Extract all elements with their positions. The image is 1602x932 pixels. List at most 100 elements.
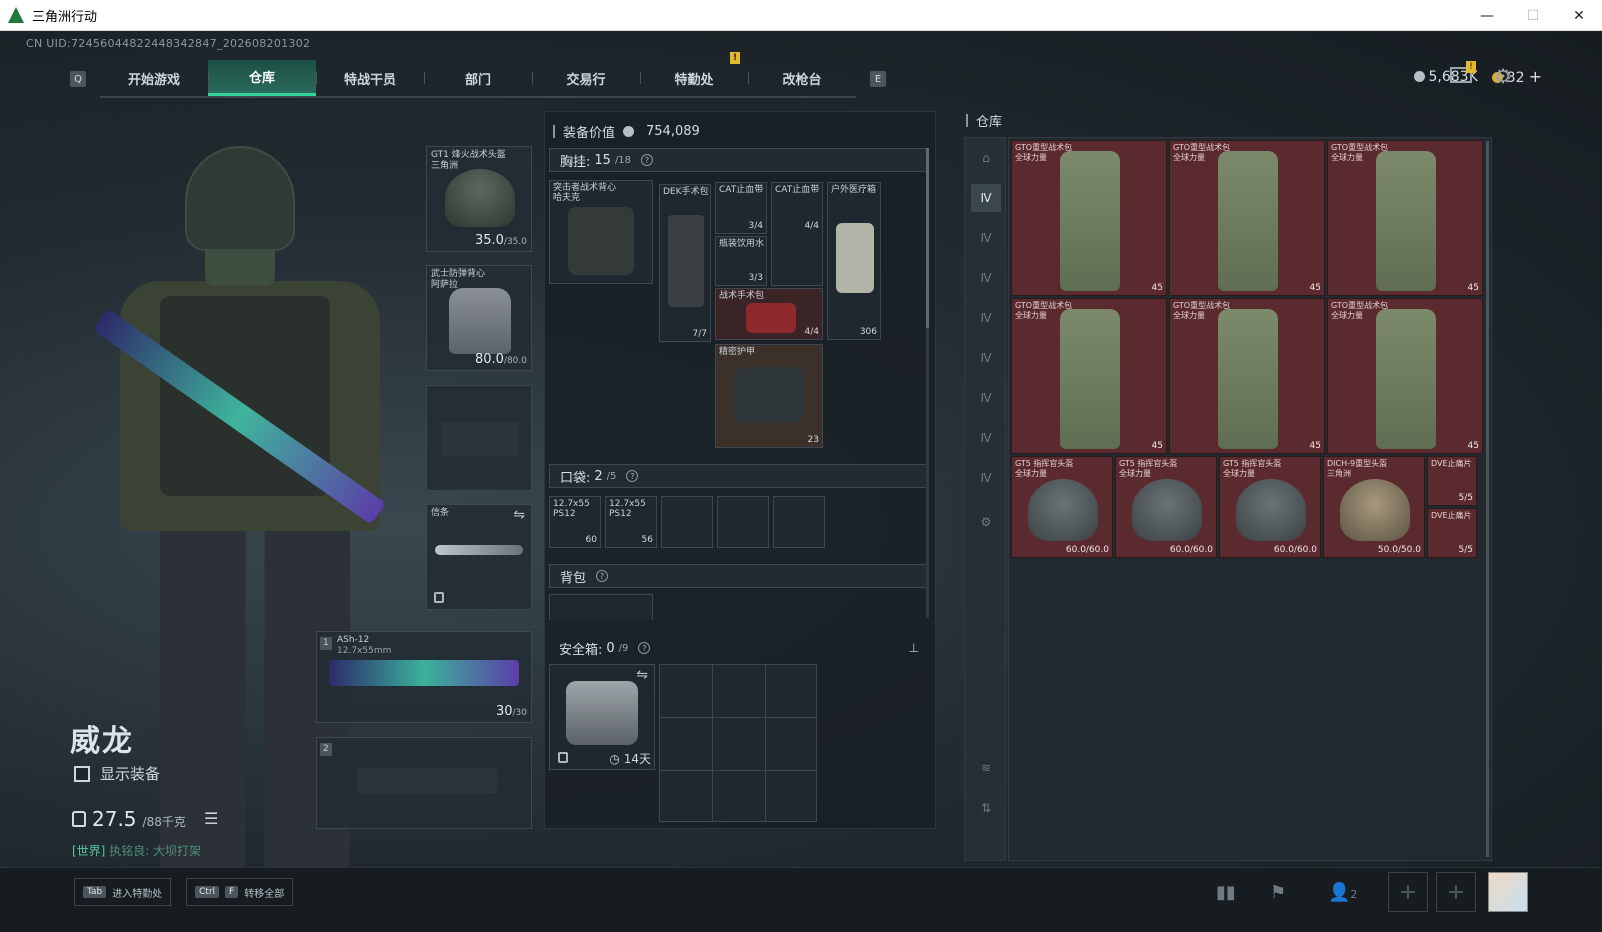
chest-rig-item[interactable]: 突击者战术背心 哈夫克: [549, 180, 653, 284]
gun-icon[interactable]: Ⅳ: [971, 264, 1001, 292]
show-equipment-toggle[interactable]: 显示装备: [74, 763, 160, 784]
tab-gunsmith[interactable]: 改枪台: [748, 60, 856, 96]
warehouse-item[interactable]: DVE止痛片 5/5: [1427, 508, 1477, 558]
inventory-item[interactable]: 瓶装饮用水 3/3: [715, 236, 767, 286]
safebox-item[interactable]: ⇋ ◷ 14天: [549, 664, 655, 770]
pistol-slot[interactable]: [426, 385, 532, 491]
pocket-item[interactable]: 12.7x55 PS12 60: [549, 496, 601, 548]
backpack-slot[interactable]: [549, 594, 653, 620]
warehouse-scrollbar[interactable]: [1486, 141, 1489, 857]
clock-icon: ◷: [609, 752, 624, 766]
secondary-weapon-slot[interactable]: 2: [316, 737, 532, 829]
swap-icon[interactable]: ⇋: [636, 667, 648, 683]
help-icon[interactable]: ?: [596, 570, 609, 582]
warehouse-item[interactable]: GTO重型战术包 全球力量 45: [1169, 140, 1325, 296]
help-icon[interactable]: ?: [626, 470, 639, 482]
warehouse-item[interactable]: GTO重型战术包 全球力量 45: [1169, 298, 1325, 454]
primary-ammo-max: /30: [512, 708, 527, 718]
tab-start-game[interactable]: 开始游戏: [100, 60, 208, 96]
enter-special-ops-hint[interactable]: Tab 进入特勤处: [74, 878, 172, 906]
warehouse-item[interactable]: GTO重型战术包 全球力量 45: [1327, 298, 1483, 454]
pocket-slot-empty[interactable]: [661, 496, 713, 548]
next-tab-key[interactable]: E: [870, 71, 886, 87]
warehouse-item[interactable]: DICH-9重型头盔 三角洲 50.0/50.0: [1323, 456, 1425, 558]
warehouse-item[interactable]: GT5 指挥官头盔 全球力量 60.0/60.0: [1011, 456, 1113, 558]
sort-icon[interactable]: ⇅: [971, 794, 1001, 822]
primary-weapon-slot[interactable]: ASh-12 12.7x55mm 1 30/30: [316, 631, 532, 723]
home-icon[interactable]: ⌂: [971, 144, 1001, 172]
world-chat-text: 执铭良: 大坝打架: [109, 844, 202, 858]
stats-chart-icon[interactable]: ▮▮: [1216, 882, 1236, 903]
inventory-item[interactable]: 战术手术包 4/4: [715, 288, 823, 340]
warehouse-item[interactable]: GTO重型战术包 全球力量 45: [1011, 140, 1167, 296]
item-count: 4/4: [804, 327, 819, 337]
pocket-item[interactable]: 12.7x55 PS12 56: [605, 496, 657, 548]
help-icon[interactable]: ?: [641, 154, 654, 166]
show-equipment-checkbox[interactable]: [74, 765, 90, 782]
invite-slot-button[interactable]: +: [1388, 872, 1428, 912]
transfer-all-hint[interactable]: Ctrl F 转移全部: [186, 878, 294, 906]
loadout-scroll-thumb[interactable]: [926, 148, 929, 328]
armor-icon[interactable]: Ⅳ: [971, 344, 1001, 372]
game-viewport: CN UID:7245604482244834284​7_20260820130…: [0, 31, 1602, 932]
knife-image: [435, 545, 523, 555]
party-icon[interactable]: 👤2: [1328, 882, 1357, 903]
maximize-button[interactable]: ☐: [1510, 0, 1556, 31]
tab-bar: 开始游戏 仓库 特战干员 部门 交易行 特勤处! 改枪台: [100, 52, 856, 98]
helmet-icon[interactable]: Ⅳ: [971, 464, 1001, 492]
invite-slot-button[interactable]: +: [1436, 872, 1476, 912]
tab-key: Tab: [83, 886, 107, 898]
close-button[interactable]: ✕: [1556, 0, 1602, 31]
add-currency-button[interactable]: +: [1529, 67, 1542, 86]
secondary-slot-index: 2: [320, 743, 332, 756]
gun-icon[interactable]: Ⅳ: [971, 304, 1001, 332]
prev-tab-key[interactable]: Q: [70, 71, 86, 87]
warehouse-item[interactable]: GT5 指挥官头盔 全球力量 60.0/60.0: [1219, 456, 1321, 558]
pocket-slot-empty[interactable]: [717, 496, 769, 548]
settings-icon[interactable]: ⚙: [971, 508, 1001, 536]
melee-label: 信条: [431, 508, 450, 518]
warehouse-item[interactable]: GT5 指挥官头盔 全球力量 60.0/60.0: [1115, 456, 1217, 558]
helmet-slot[interactable]: GT1 烽火战术头盔 三角洲 35.0/35.0: [426, 146, 532, 252]
warehouse-item[interactable]: GTO重型战术包 全球力量 45: [1327, 140, 1483, 296]
flag-icon[interactable]: ⚑: [1270, 882, 1286, 903]
weight-detail-icon[interactable]: ☰: [204, 809, 218, 828]
ammo-icon[interactable]: Ⅳ: [971, 184, 1001, 212]
silver-coin-icon: [623, 126, 635, 137]
tab-operators[interactable]: 特战干员: [316, 60, 424, 96]
melee-slot[interactable]: 信条 ⇋: [426, 504, 532, 610]
settings-gear-icon[interactable]: ⚙: [1494, 64, 1512, 88]
inventory-item[interactable]: 精密护甲 23: [715, 344, 823, 448]
item-label: GTO重型战术包 全球力量: [1173, 143, 1231, 162]
item-label: GT5 指挥官头盔 全球力量: [1015, 459, 1074, 478]
pin-icon[interactable]: ⊥: [909, 641, 919, 655]
inventory-item[interactable]: CAT止血带 4/4: [771, 182, 823, 286]
item-count: 45: [1309, 441, 1321, 451]
tab-department[interactable]: 部门: [424, 60, 532, 96]
primary-weapon-name: ASh-12: [337, 635, 370, 645]
tab-trading[interactable]: 交易行: [532, 60, 640, 96]
item-label: GT5 指挥官头盔 全球力量: [1223, 459, 1282, 478]
pocket-slot-empty[interactable]: [773, 496, 825, 548]
armor-slot[interactable]: 武士防弹背心 阿萨拉 80.0/80.0: [426, 265, 532, 371]
safebox-grid[interactable]: [659, 664, 817, 822]
warehouse-item[interactable]: DVE止痛片 5/5: [1427, 456, 1477, 506]
layers-icon[interactable]: ≋: [971, 754, 1001, 782]
gun-icon[interactable]: Ⅳ: [971, 224, 1001, 252]
world-chat-message[interactable]: [世界] 执铭良: 大坝打架: [72, 842, 201, 859]
inventory-item[interactable]: 户外医疗箱 306: [827, 182, 881, 340]
tab-special-ops[interactable]: 特勤处!: [640, 52, 748, 96]
helmet-icon[interactable]: Ⅳ: [971, 424, 1001, 452]
chest-rig-capacity: /18: [614, 154, 632, 166]
minimize-button[interactable]: —: [1464, 0, 1510, 31]
warehouse-item[interactable]: GTO重型战术包 全球力量 45: [1011, 298, 1167, 454]
help-icon[interactable]: ?: [638, 642, 651, 654]
inventory-item[interactable]: DEK手术包 7/7: [659, 184, 711, 342]
tab-warehouse[interactable]: 仓库: [208, 60, 316, 96]
window-titlebar: 三角洲行动 — ☐ ✕: [0, 0, 1602, 31]
swap-icon[interactable]: ⇋: [513, 507, 525, 523]
armor-icon[interactable]: Ⅳ: [971, 384, 1001, 412]
armor-durability-max: /80.0: [503, 356, 527, 366]
inventory-item[interactable]: CAT止血带 3/4: [715, 182, 767, 234]
avatar[interactable]: [1488, 872, 1528, 912]
